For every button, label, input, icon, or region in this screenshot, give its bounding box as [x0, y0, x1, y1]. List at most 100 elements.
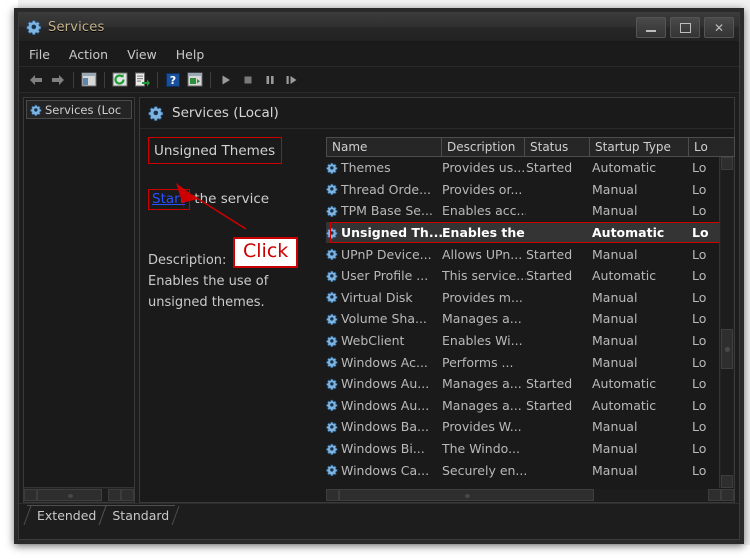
table-row[interactable]: Thread Orde... Provides or... Manual Lo [326, 179, 719, 201]
page-bottom-strip [0, 545, 750, 559]
column-header-name[interactable]: Name [326, 137, 442, 157]
scroll-left-arrow[interactable] [24, 489, 37, 501]
start-service-icon[interactable] [215, 70, 237, 90]
cell-name: UPnP Device... [326, 247, 442, 262]
show-hide-console-tree-icon[interactable] [78, 70, 100, 90]
services-gear-icon [326, 313, 338, 325]
help-icon[interactable]: ? [162, 70, 184, 90]
table-row[interactable]: TPM Base Se... Enables acc... Manual Lo [326, 200, 719, 222]
cell-status: Started [526, 268, 573, 284]
scroll-right-arrow[interactable] [108, 489, 121, 501]
svg-text:?: ? [170, 74, 176, 87]
list-horizontal-scrollbar[interactable] [320, 488, 734, 502]
cell-description: Provides us... [442, 160, 526, 176]
minimize-button[interactable] [636, 17, 666, 38]
scroll-thumb[interactable] [339, 489, 594, 501]
column-header-description[interactable]: Description [441, 137, 525, 157]
description-line-2: unsigned themes. [148, 295, 265, 310]
services-gear-icon [326, 421, 338, 433]
table-row[interactable]: Unsigned Th...Enables the... Automatic Lo [326, 221, 719, 244]
selected-service-name: Unsigned Themes [154, 143, 276, 159]
scroll-down-arrow[interactable] [721, 475, 733, 488]
services-gear-icon [326, 270, 338, 282]
menu-item-action[interactable]: Action [69, 47, 108, 62]
column-header-startup-type[interactable]: Startup Type [589, 137, 689, 157]
services-gear-icon [30, 104, 42, 116]
cell-name: Windows Au... [326, 398, 442, 413]
service-name-text: Virtual Disk [341, 289, 413, 305]
forward-icon[interactable] [47, 70, 69, 90]
toolbar: ? [19, 67, 739, 93]
stop-service-icon[interactable] [237, 70, 259, 90]
cell-name: Unsigned Th... [326, 225, 442, 240]
tree-horizontal-scrollbar[interactable] [24, 487, 134, 502]
services-gear-icon [326, 464, 338, 477]
page-title: Services (Local) [172, 105, 279, 121]
cell-log-on-as: Lo [692, 333, 707, 349]
close-button[interactable]: ✕ [704, 17, 734, 38]
table-row[interactable]: WebClient Enables Wi... Manual Lo [326, 330, 719, 352]
cell-log-on-as: Lo [692, 354, 707, 370]
cell-startup-type: Automatic [592, 397, 657, 413]
cell-status: Started [526, 160, 573, 176]
column-header-status[interactable]: Status [524, 137, 590, 157]
service-name-text: Windows Ca... [341, 462, 430, 478]
cell-startup-type: Automatic [592, 376, 657, 392]
table-row[interactable]: Virtual Disk Provides m... Manual Lo [326, 287, 719, 309]
menu-item-help[interactable]: Help [176, 47, 205, 62]
scroll-thumb[interactable] [37, 489, 102, 501]
maximize-button[interactable] [670, 17, 700, 38]
service-name-text: WebClient [341, 333, 405, 349]
scroll-track-vertical[interactable] [721, 170, 733, 475]
cell-log-on-as: Lo [692, 311, 707, 327]
scroll-track[interactable] [37, 489, 108, 501]
properties-icon[interactable] [184, 70, 206, 90]
service-name-text: UPnP Device... [341, 246, 432, 262]
tree-item-services-local[interactable]: Services (Loc [26, 100, 132, 119]
list-body: Themes Provides us... Started Automatic Lo Th… [320, 157, 719, 488]
table-row[interactable]: Windows Ca... Securely en... Manual Lo [326, 459, 719, 481]
menu-item-view[interactable]: View [127, 47, 157, 62]
export-list-icon[interactable] [131, 70, 153, 90]
table-row[interactable]: Themes Provides us... Started Automatic Lo [326, 157, 719, 179]
cell-description: The Windo... [442, 441, 520, 457]
cell-name: Volume Sha... [326, 311, 442, 326]
tab-extended[interactable]: Extended [23, 505, 107, 525]
cell-status: Started [526, 376, 573, 392]
list-vertical-scrollbar[interactable] [719, 157, 734, 488]
pause-service-icon[interactable] [259, 70, 281, 90]
scroll-track[interactable] [339, 489, 708, 501]
scroll-thumb-vertical[interactable] [721, 328, 733, 369]
cell-startup-type: Automatic [592, 268, 657, 284]
scroll-extra-arrow[interactable] [721, 489, 734, 501]
table-row[interactable]: Windows Ba... Provides W... Manual Lo [326, 416, 719, 438]
table-row[interactable]: Windows Bi... The Windo... Manual Lo [326, 438, 719, 460]
scroll-extra-arrow[interactable] [121, 489, 134, 501]
table-row[interactable]: UPnP Device... Allows UPn... Started Manual… [326, 243, 719, 265]
table-row[interactable]: Windows Au... Manages a... Started Automati… [326, 395, 719, 417]
service-name-text: Windows Au... [341, 397, 430, 413]
minimize-icon [646, 29, 656, 32]
tab-standard[interactable]: Standard [98, 505, 180, 525]
back-icon[interactable] [25, 70, 47, 90]
scroll-up-arrow[interactable] [721, 157, 733, 170]
cell-startup-type: Manual [592, 462, 638, 478]
scroll-left-arrow[interactable] [326, 489, 339, 501]
cell-description: Allows UPn... [442, 246, 523, 262]
refresh-icon[interactable] [109, 70, 131, 90]
services-gear-icon [326, 357, 338, 369]
scroll-right-arrow[interactable] [708, 489, 721, 501]
services-gear-icon [326, 162, 338, 174]
table-row[interactable]: Windows Au... Manages a... Started Automati… [326, 373, 719, 395]
results-columns: Unsigned Themes Start the service Descri… [140, 129, 735, 502]
restart-service-icon[interactable] [281, 70, 303, 90]
table-row[interactable]: Volume Sha... Manages a... Manual Lo [326, 308, 719, 330]
table-row[interactable]: Windows Ac... Performs ... Manual Lo [326, 351, 719, 373]
cell-log-on-as: Lo [692, 441, 707, 457]
cell-log-on-as: Lo [692, 203, 707, 219]
menu-item-file[interactable]: File [29, 47, 50, 62]
cell-name: Windows Ba... [326, 419, 442, 434]
column-header-log-on-as[interactable]: Lo [688, 137, 735, 157]
table-row[interactable]: User Profile ... This service... Started Au… [326, 265, 719, 287]
cell-log-on-as: Lo [692, 289, 707, 305]
